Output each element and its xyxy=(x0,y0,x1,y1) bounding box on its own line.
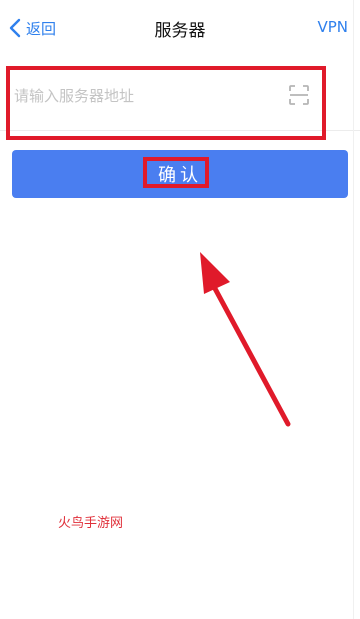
confirm-label: 确认 xyxy=(158,165,202,186)
edge-divider xyxy=(353,0,354,619)
confirm-button[interactable]: 确认 xyxy=(12,150,348,198)
scan-icon[interactable] xyxy=(288,84,310,106)
watermark-text: 火鸟手游网 xyxy=(58,516,124,531)
nav-bar: 返回 服务器 VPN xyxy=(0,0,360,56)
vpn-button[interactable]: VPN xyxy=(317,18,348,36)
page-title: 服务器 xyxy=(154,21,206,41)
server-address-input[interactable] xyxy=(12,80,266,112)
server-input-row xyxy=(0,64,360,131)
server-settings-screen: 返回 服务器 VPN 确认 火鸟手游网 xyxy=(0,0,360,619)
